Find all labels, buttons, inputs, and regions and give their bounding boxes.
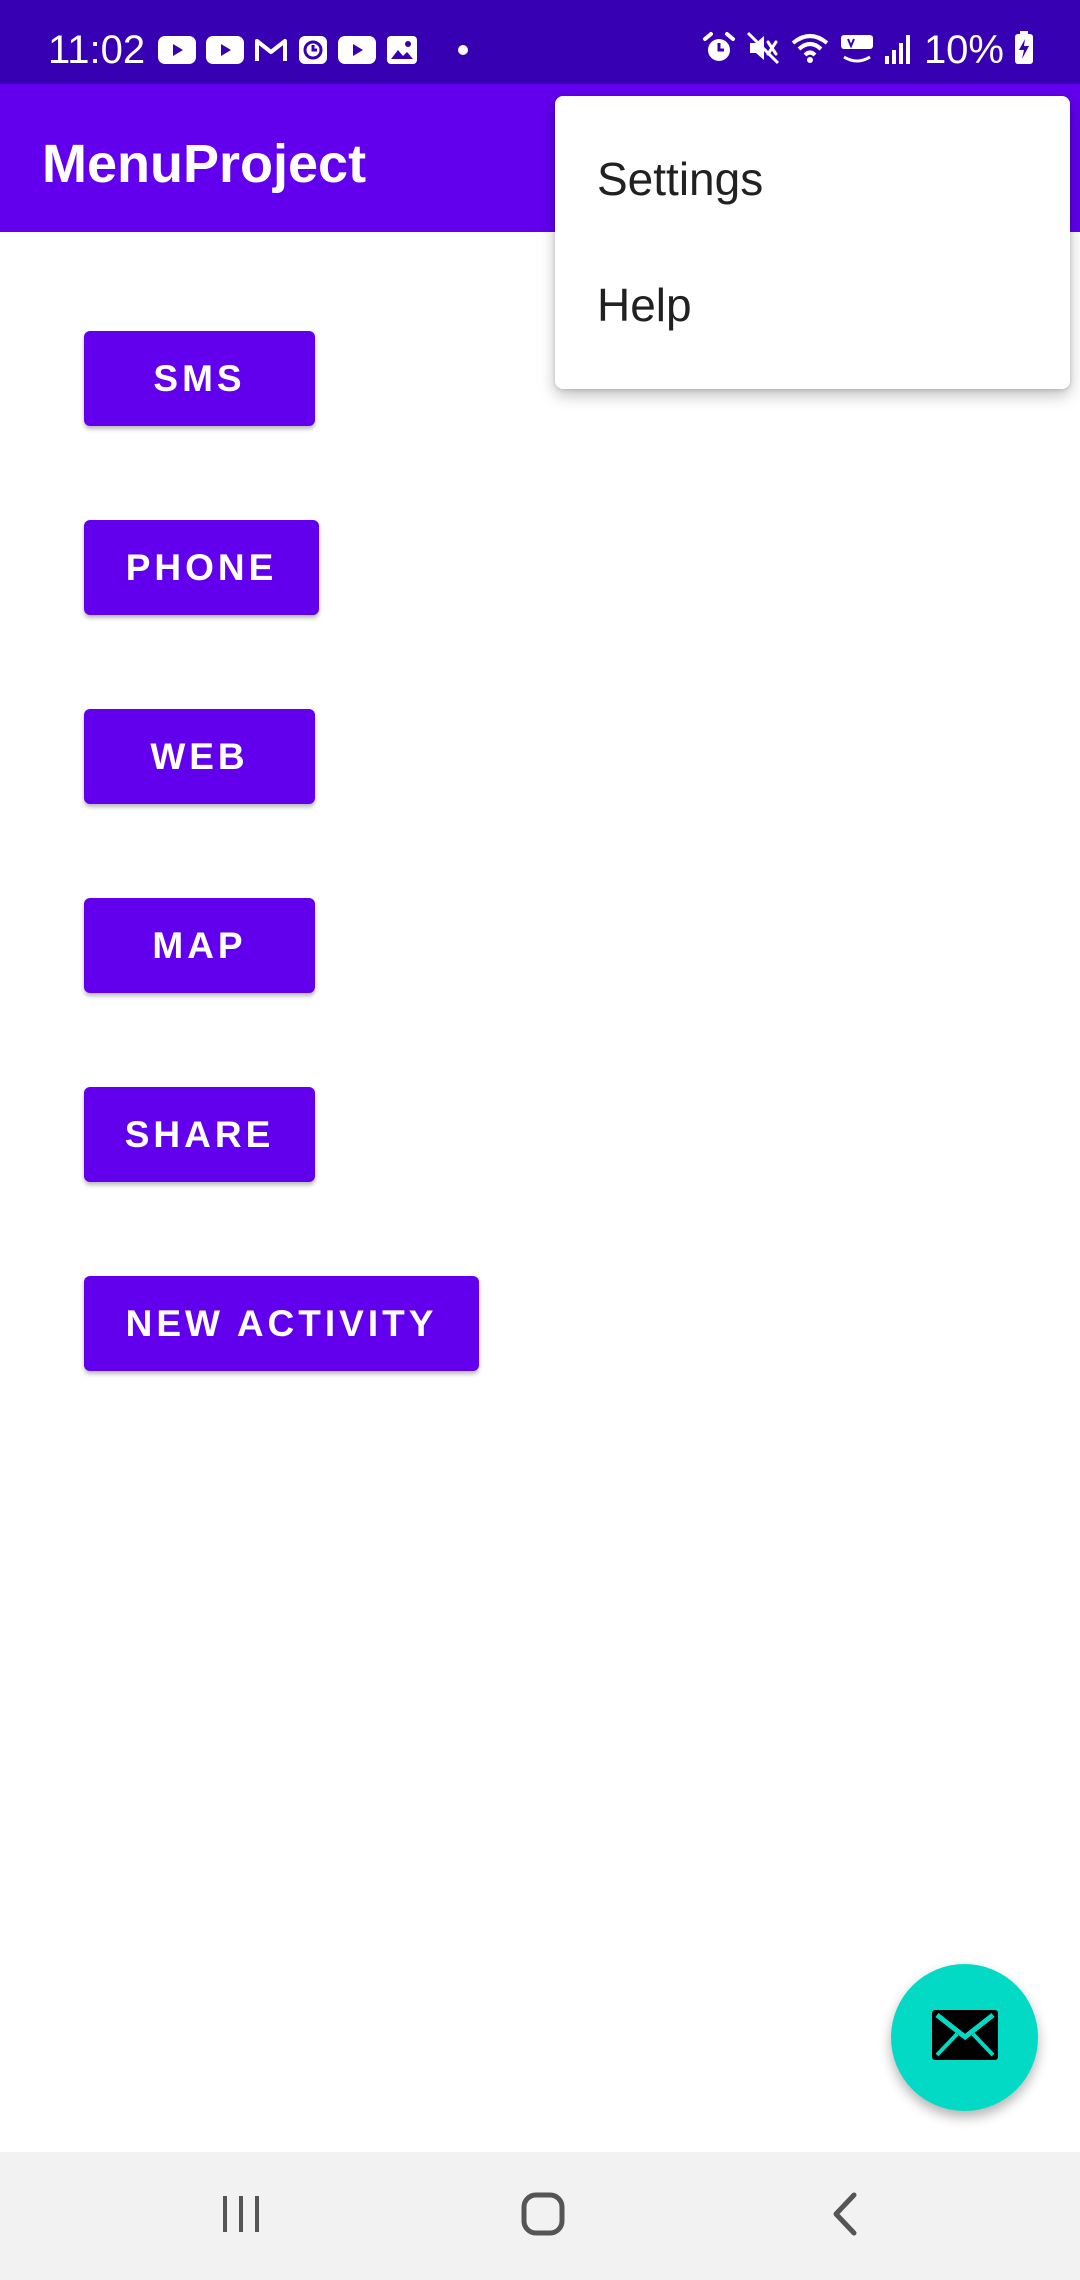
recent-apps-icon [219, 2194, 263, 2239]
status-bar: 11:02 10% [0, 0, 1080, 84]
youtube-icon [206, 36, 244, 64]
map-button[interactable]: MAP [84, 898, 315, 993]
system-status-icons: 10% [702, 26, 1034, 74]
back-icon [830, 2191, 860, 2242]
overflow-menu: Settings Help [555, 96, 1070, 389]
notification-icons [158, 30, 468, 70]
gmail-icon [254, 36, 288, 64]
email-fab[interactable] [891, 1964, 1038, 2111]
web-button[interactable]: WEB [84, 709, 315, 804]
battery-charging-icon [1014, 30, 1034, 70]
mute-icon [746, 31, 780, 70]
home-icon [520, 2191, 566, 2242]
alarm-icon [702, 31, 736, 70]
phone-button[interactable]: PHONE [84, 520, 319, 615]
gallery-icon [386, 35, 418, 65]
menu-item-help[interactable]: Help [555, 242, 1070, 368]
back-button[interactable] [785, 2176, 905, 2256]
clock-app-icon [298, 35, 328, 65]
wifi-icon [790, 31, 830, 70]
navigation-bar [0, 2152, 1080, 2280]
signal-icon [884, 32, 914, 69]
home-button[interactable] [483, 2176, 603, 2256]
menu-item-settings[interactable]: Settings [555, 116, 1070, 242]
volte-icon [840, 31, 874, 70]
youtube-icon [338, 36, 376, 64]
sms-button[interactable]: SMS [84, 331, 315, 426]
battery-percent: 10% [923, 28, 1004, 72]
app-title: MenuProject [42, 134, 367, 194]
email-icon [931, 2010, 998, 2065]
new-activity-button[interactable]: NEW ACTIVITY [84, 1276, 479, 1371]
status-time: 11:02 [48, 28, 146, 72]
recent-apps-button[interactable] [181, 2176, 301, 2256]
more-notifications-dot-icon [458, 45, 468, 55]
share-button[interactable]: SHARE [84, 1087, 315, 1182]
youtube-icon [158, 36, 196, 64]
